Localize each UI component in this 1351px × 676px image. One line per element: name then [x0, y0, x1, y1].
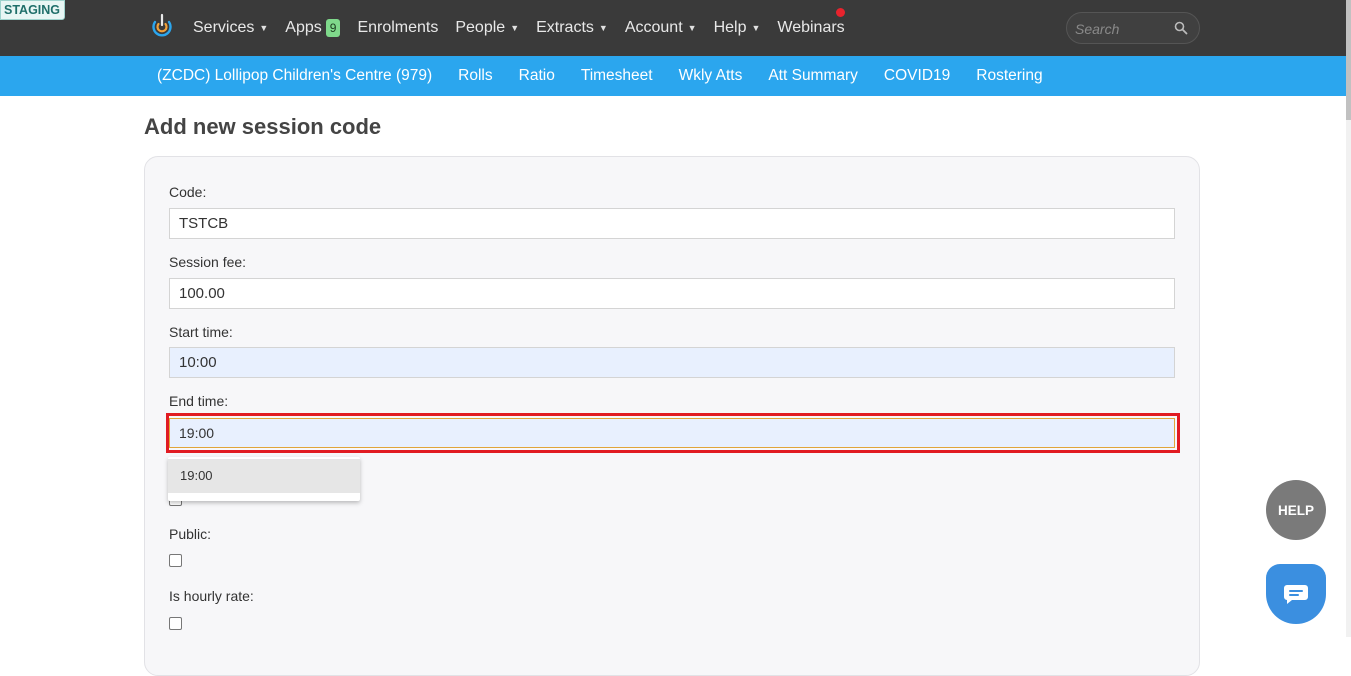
- menu-extracts-label: Extracts: [536, 19, 594, 36]
- start-time-label: Start time:: [169, 324, 233, 340]
- environment-badge: STAGING: [0, 0, 66, 20]
- centre-subnav: (ZCDC) Lollipop Children's Centre (979) …: [0, 56, 1346, 96]
- code-field[interactable]: [169, 208, 1175, 239]
- menu-apps[interactable]: Apps 9: [285, 19, 341, 37]
- caret-down-icon: ▼: [598, 23, 608, 33]
- caret-down-icon: ▼: [259, 23, 269, 33]
- code-label: Code:: [169, 184, 207, 200]
- autocomplete-dropdown: 19:00: [168, 457, 360, 501]
- search-input[interactable]: [1075, 20, 1171, 38]
- caret-down-icon: ▼: [687, 23, 697, 33]
- search-box: [1066, 12, 1200, 44]
- chat-icon: [1284, 585, 1308, 604]
- public-checkbox[interactable]: [169, 554, 182, 567]
- subnav-wkly-atts[interactable]: Wkly Atts: [679, 67, 743, 85]
- session-fee-label: Session fee:: [169, 254, 247, 270]
- menu-people-label: People: [455, 19, 506, 36]
- apps-count-badge: 9: [325, 19, 341, 37]
- menu-help-label: Help: [713, 19, 747, 36]
- subnav-covid19[interactable]: COVID19: [884, 67, 950, 85]
- start-time-field[interactable]: [169, 347, 1175, 378]
- menu-help[interactable]: Help ▼: [714, 19, 761, 37]
- subnav-rostering[interactable]: Rostering: [976, 67, 1042, 85]
- subnav-timesheet[interactable]: Timesheet: [581, 67, 653, 85]
- menu-services[interactable]: Services ▼: [193, 19, 268, 37]
- menu-account[interactable]: Account ▼: [625, 19, 697, 37]
- menu-webinars-label: Webinars: [777, 19, 845, 36]
- hourly-rate-label: Is hourly rate:: [169, 588, 254, 604]
- caret-down-icon: ▼: [751, 23, 761, 33]
- help-button[interactable]: HELP: [1266, 480, 1326, 540]
- public-label: Public:: [169, 526, 212, 542]
- session-fee-field[interactable]: [169, 278, 1175, 309]
- menu-webinars[interactable]: Webinars: [777, 19, 844, 37]
- caret-down-icon: ▼: [510, 23, 520, 33]
- hourly-rate-checkbox[interactable]: [169, 617, 182, 630]
- page-title: Add new session code: [144, 114, 382, 139]
- autocomplete-option[interactable]: 19:00: [168, 459, 360, 493]
- scrollbar-thumb[interactable]: [1346, 0, 1351, 120]
- menu-people[interactable]: People ▼: [455, 19, 519, 37]
- menu-services-label: Services: [193, 19, 255, 36]
- menu-enrolments[interactable]: Enrolments: [357, 19, 438, 37]
- chat-button[interactable]: [1266, 564, 1326, 624]
- menu-account-label: Account: [624, 19, 683, 36]
- subnav-rolls[interactable]: Rolls: [458, 67, 492, 85]
- subnav-att-summary[interactable]: Att Summary: [768, 67, 858, 85]
- menu-extracts[interactable]: Extracts ▼: [536, 19, 608, 37]
- top-navbar: STAGING Services ▼ Apps 9 Enrolments Peo…: [0, 0, 1346, 56]
- search-icon[interactable]: [1174, 21, 1188, 35]
- subnav-centre-name[interactable]: (ZCDC) Lollipop Children's Centre (979): [157, 67, 432, 85]
- end-time-label: End time:: [169, 393, 229, 409]
- page-scrollbar[interactable]: [1346, 0, 1351, 637]
- menu-apps-label: Apps: [285, 19, 322, 36]
- app-logo-icon[interactable]: [150, 13, 174, 39]
- main-menu: Services ▼ Apps 9 Enrolments People ▼ Ex…: [193, 0, 862, 56]
- menu-enrolments-label: Enrolments: [357, 19, 439, 36]
- subnav-ratio[interactable]: Ratio: [519, 67, 555, 85]
- end-time-field[interactable]: [169, 418, 1175, 448]
- notification-dot: [836, 8, 845, 17]
